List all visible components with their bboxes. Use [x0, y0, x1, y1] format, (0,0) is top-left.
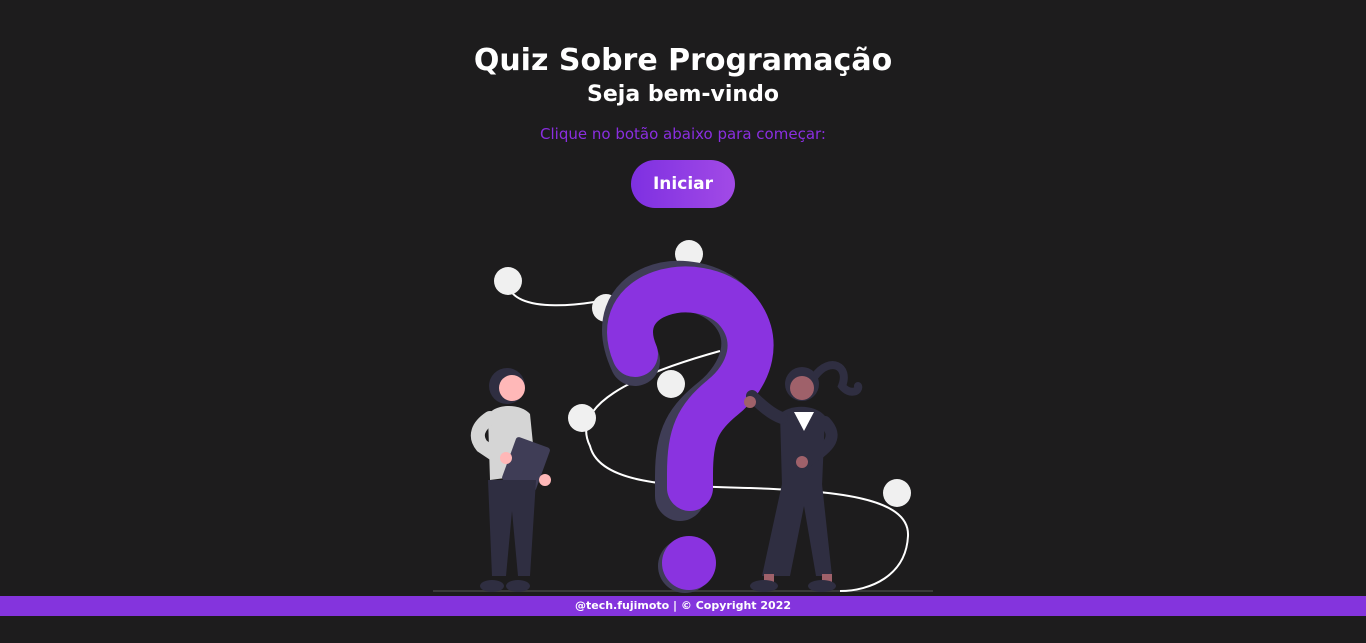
dot [883, 479, 911, 507]
person-left [470, 368, 551, 592]
start-button[interactable]: Iniciar [631, 160, 735, 208]
dot [657, 370, 685, 398]
start-instruction: Clique no botão abaixo para começar: [540, 125, 826, 143]
page-title: Quiz Sobre Programação [473, 43, 893, 78]
welcome-subtitle: Seja bem-vindo [587, 82, 779, 107]
question-dot [662, 536, 716, 590]
question-illustration [433, 240, 933, 593]
footer-copyright: @tech.fujimoto | © Copyright 2022 [0, 596, 1366, 616]
person-right [744, 361, 863, 592]
dot [568, 404, 596, 432]
quiz-welcome-page: Quiz Sobre Programação Seja bem-vindo Cl… [0, 0, 1366, 643]
question-mark [607, 266, 774, 511]
dot [494, 267, 522, 295]
